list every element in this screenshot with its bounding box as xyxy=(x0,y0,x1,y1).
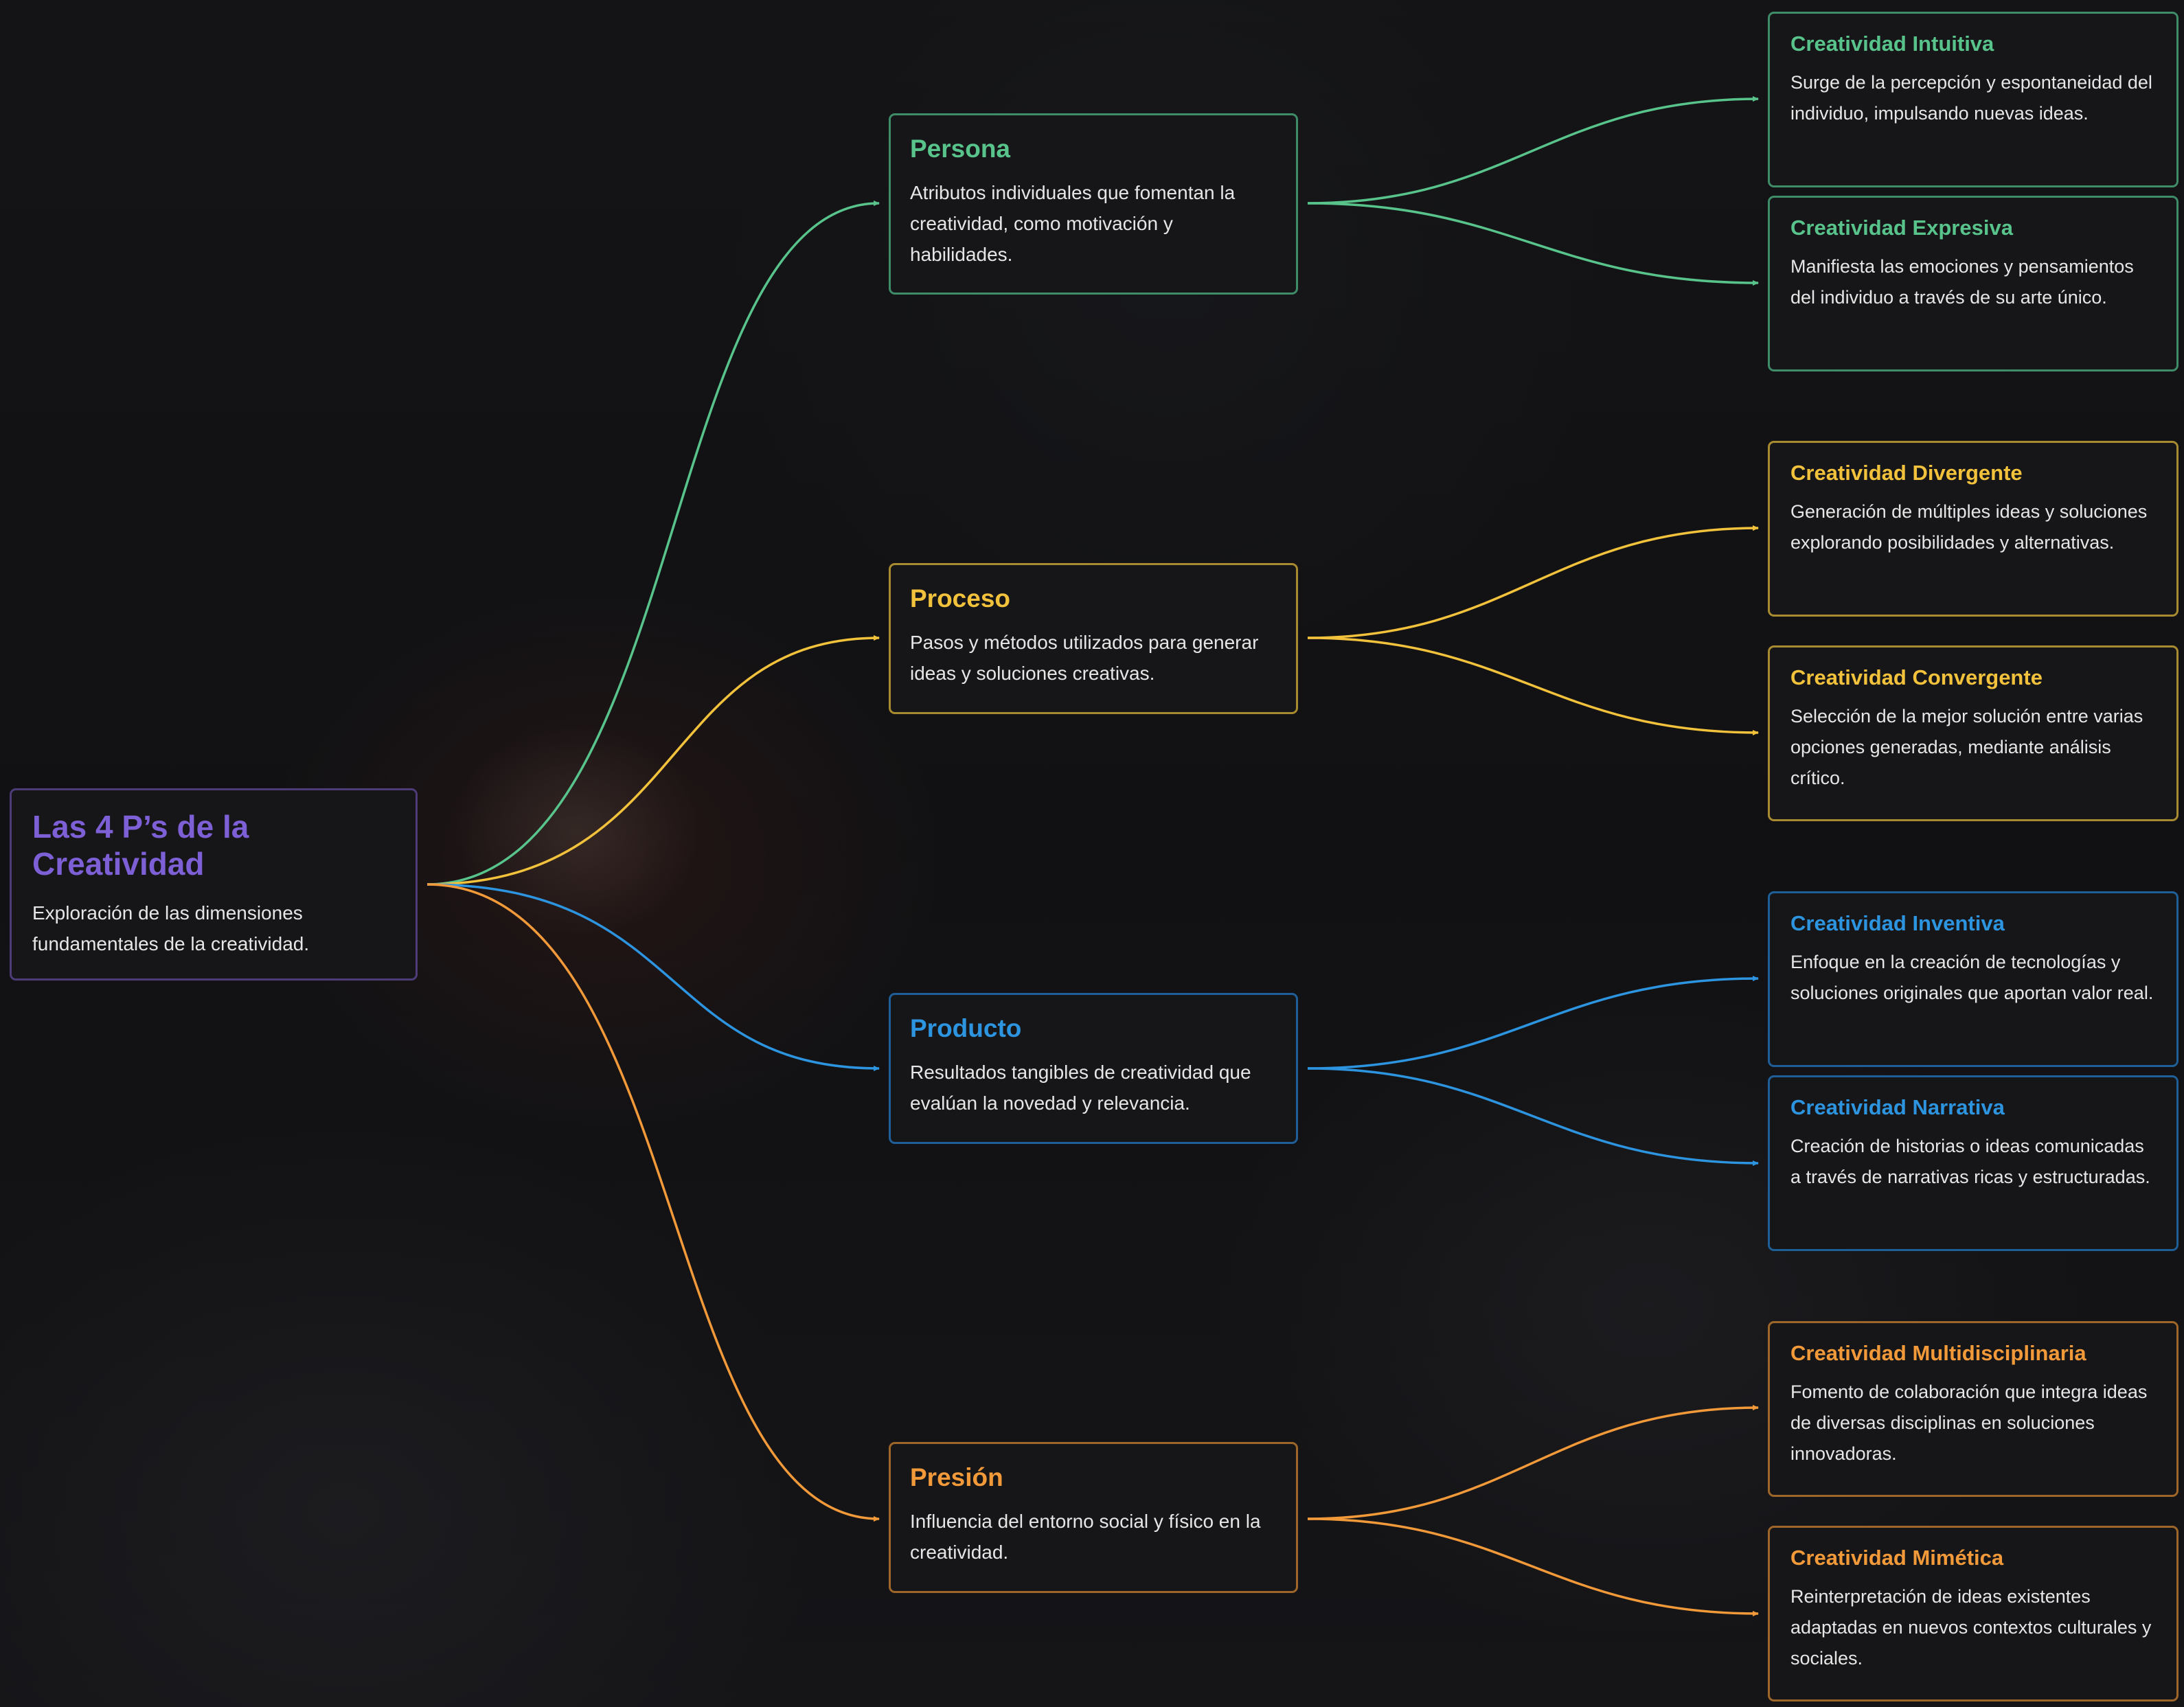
leaf-title: Creatividad Expresiva xyxy=(1790,216,2013,240)
leaf-node-convergente[interactable]: Creatividad Convergente Selección de la … xyxy=(1768,645,2179,821)
leaf-node-multidisciplinaria[interactable]: Creatividad Multidisciplinaria Fomento d… xyxy=(1768,1321,2179,1497)
leaf-node-mimetica[interactable]: Creatividad Mimética Reinterpretación de… xyxy=(1768,1526,2179,1702)
leaf-description: Creación de historias o ideas comunicada… xyxy=(1790,1136,2150,1187)
category-description: Pasos y métodos utilizados para generar … xyxy=(910,632,1259,684)
edge-persona-expresiva xyxy=(1307,202,1759,286)
category-description: Atributos individuales que fomentan la c… xyxy=(910,182,1236,265)
category-description: Influencia del entorno social y físico e… xyxy=(910,1511,1261,1563)
edge-presion-multidisciplinaria xyxy=(1307,1405,1759,1520)
leaf-title: Creatividad Convergente xyxy=(1790,665,2043,689)
edge-producto-inventiva xyxy=(1307,976,1759,1070)
leaf-description: Selección de la mejor solución entre var… xyxy=(1790,706,2143,788)
category-title: Presión xyxy=(910,1463,1003,1491)
edge-root-producto xyxy=(426,883,880,1071)
leaf-description: Fomento de colaboración que integra idea… xyxy=(1790,1382,2148,1464)
category-title: Persona xyxy=(910,135,1011,163)
leaf-node-intuitiva[interactable]: Creatividad Intuitiva Surge de la percep… xyxy=(1768,12,2179,187)
leaf-title: Creatividad Mimética xyxy=(1790,1546,2004,1570)
category-node-persona[interactable]: Persona Atributos individuales que fomen… xyxy=(889,113,1298,295)
leaf-title: Creatividad Divergente xyxy=(1790,461,2023,485)
edge-root-proceso xyxy=(426,635,880,886)
root-description: Exploración de las dimensiones fundament… xyxy=(32,902,310,954)
edge-root-persona xyxy=(426,201,880,886)
leaf-node-narrativa[interactable]: Creatividad Narrativa Creación de histor… xyxy=(1768,1075,2179,1251)
leaf-node-inventiva[interactable]: Creatividad Inventiva Enfoque en la crea… xyxy=(1768,891,2179,1067)
edge-producto-narrativa xyxy=(1307,1067,1759,1166)
category-description: Resultados tangibles de creatividad que … xyxy=(910,1062,1251,1114)
edge-proceso-divergente xyxy=(1307,525,1759,639)
leaf-title: Creatividad Multidisciplinaria xyxy=(1790,1341,2086,1365)
edge-presion-mimetica xyxy=(1307,1517,1759,1616)
root-title: Las 4 P’s de la Creatividad xyxy=(32,809,249,882)
leaf-description: Generación de múltiples ideas y solucion… xyxy=(1790,501,2148,553)
category-node-proceso[interactable]: Proceso Pasos y métodos utilizados para … xyxy=(889,563,1298,714)
category-node-producto[interactable]: Producto Resultados tangibles de creativ… xyxy=(889,993,1298,1144)
category-title: Producto xyxy=(910,1014,1022,1042)
edge-root-presion xyxy=(426,883,880,1522)
leaf-title: Creatividad Intuitiva xyxy=(1790,32,1994,56)
category-title: Proceso xyxy=(910,584,1011,612)
leaf-title: Creatividad Narrativa xyxy=(1790,1095,2005,1119)
leaf-description: Reinterpretación de ideas existentes ada… xyxy=(1790,1586,2152,1669)
root-node[interactable]: Las 4 P’s de la Creatividad Exploración … xyxy=(10,788,418,981)
edge-proceso-convergente xyxy=(1307,637,1759,735)
leaf-title: Creatividad Inventiva xyxy=(1790,911,2005,935)
edge-persona-intuitiva xyxy=(1307,96,1759,205)
leaf-description: Enfoque en la creación de tecnologías y … xyxy=(1790,952,2154,1003)
leaf-node-divergente[interactable]: Creatividad Divergente Generación de múl… xyxy=(1768,441,2179,617)
leaf-description: Surge de la percepción y espontaneidad d… xyxy=(1790,72,2152,124)
leaf-node-expresiva[interactable]: Creatividad Expresiva Manifiesta las emo… xyxy=(1768,196,2179,371)
category-node-presion[interactable]: Presión Influencia del entorno social y … xyxy=(889,1442,1298,1593)
leaf-description: Manifiesta las emociones y pensamientos … xyxy=(1790,256,2134,308)
